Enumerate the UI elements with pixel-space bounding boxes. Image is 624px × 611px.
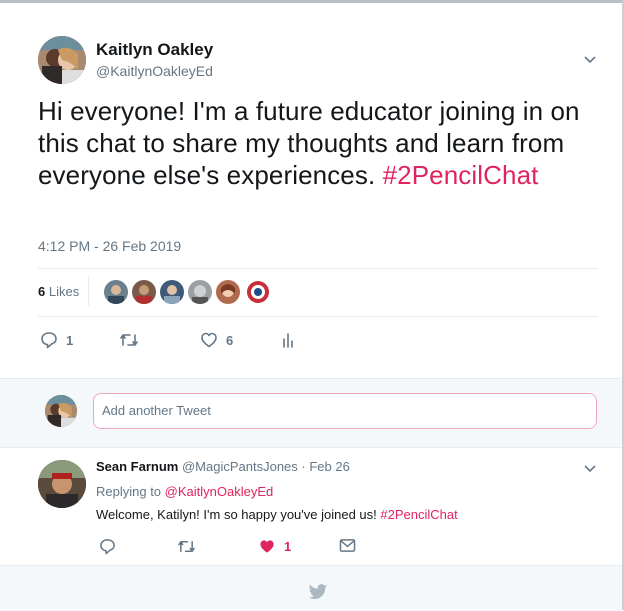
direct-message-action[interactable] — [339, 538, 356, 553]
reply-retweet-action[interactable] — [177, 538, 196, 555]
heart-filled-icon — [260, 540, 274, 553]
reply-author-handle[interactable]: @MagicPantsJones — [182, 459, 298, 474]
reply-icon — [100, 539, 115, 555]
liker-avatar[interactable] — [104, 280, 128, 304]
tweet-hashtag-link[interactable]: #2PencilChat — [383, 160, 539, 190]
author-handle[interactable]: @KaitlynOakleyEd — [96, 63, 213, 79]
meta-separator: · — [297, 459, 310, 474]
divider — [38, 268, 598, 269]
liker-avatar[interactable] — [188, 280, 212, 304]
liker-avatar[interactable] — [132, 280, 156, 304]
reply-date[interactable]: Feb 26 — [309, 459, 349, 474]
like-count: 6 — [226, 332, 234, 348]
replying-to-link[interactable]: @KaitlynOakleyEd — [165, 484, 274, 499]
author-name[interactable]: Kaitlyn Oakley — [96, 40, 213, 60]
envelope-icon — [339, 539, 356, 552]
tweet-timestamp[interactable]: 4:12 PM - 26 Feb 2019 — [38, 238, 181, 254]
reply-reply-action[interactable] — [99, 538, 116, 555]
stat-separator — [88, 276, 89, 306]
divider — [38, 316, 598, 317]
heart-icon — [201, 332, 217, 348]
chevron-down-icon[interactable] — [582, 460, 598, 476]
liker-avatar[interactable] — [216, 280, 240, 304]
analytics-action[interactable] — [281, 331, 295, 349]
reply-body: Welcome, Katilyn! I'm so happy you've jo… — [96, 507, 377, 522]
current-user-avatar — [45, 395, 77, 427]
likes-stat-label: Likes — [48, 284, 80, 299]
likes-stat[interactable]: 6 Likes — [38, 284, 79, 299]
reply-like-count: 1 — [284, 539, 292, 554]
tweet-text: Hi everyone! I'm a future educator joini… — [38, 95, 598, 191]
author-avatar[interactable] — [38, 36, 86, 84]
reply-hashtag-link[interactable]: #2PencilChat — [380, 507, 457, 522]
retweet-icon — [120, 334, 138, 346]
likes-stat-count: 6 — [38, 284, 46, 299]
reply-text: Welcome, Katilyn! I'm so happy you've jo… — [96, 507, 458, 522]
chevron-down-icon[interactable] — [582, 51, 598, 67]
like-action[interactable]: 6 — [200, 331, 233, 349]
reply-action[interactable]: 1 — [40, 331, 73, 349]
reply-author-avatar[interactable] — [38, 460, 86, 508]
reply-author-name[interactable]: Sean Farnum — [96, 459, 178, 474]
replying-to-label: Replying to — [96, 484, 162, 499]
analytics-icon — [283, 333, 293, 348]
twitter-bird-icon — [308, 584, 328, 600]
reply-header: Sean Farnum @MagicPantsJones · Feb 26 — [96, 459, 350, 474]
retweet-icon — [178, 541, 195, 552]
reply-count: 1 — [66, 332, 74, 348]
reply-like-action[interactable]: 1 — [258, 538, 291, 555]
liker-avatar[interactable] — [246, 280, 270, 304]
window-top-border — [0, 0, 624, 3]
retweet-action[interactable] — [119, 331, 139, 349]
reply-icon — [41, 332, 57, 349]
liker-avatar[interactable] — [160, 280, 184, 304]
add-tweet-input[interactable]: Add another Tweet — [93, 393, 597, 429]
replying-to-line: Replying to @KaitlynOakleyEd — [96, 484, 273, 499]
